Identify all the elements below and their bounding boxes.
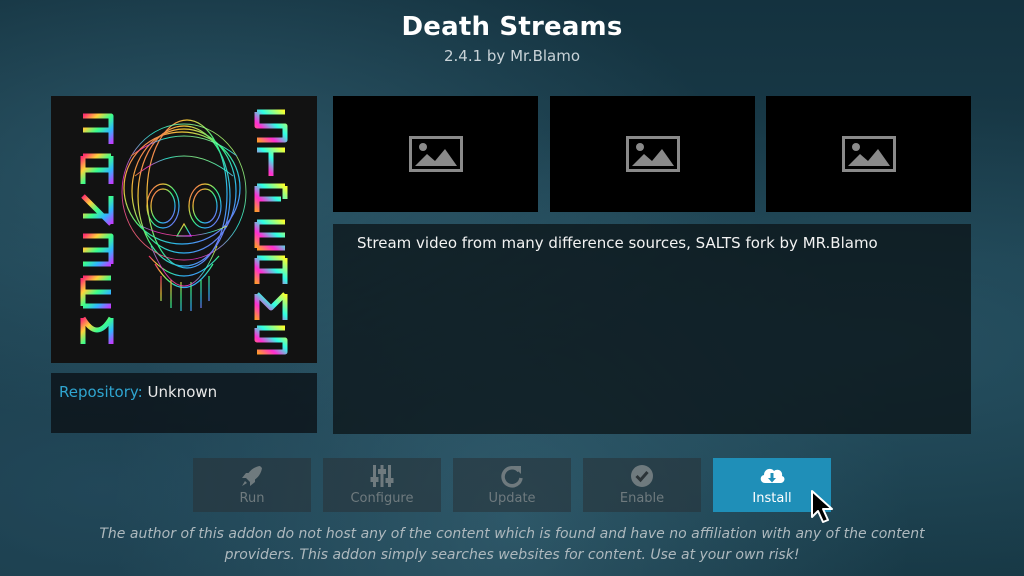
screenshot-thumb-1[interactable] [333, 96, 538, 212]
image-placeholder-icon [408, 136, 463, 172]
run-label: Run [239, 491, 265, 506]
image-placeholder-icon [841, 136, 896, 172]
enable-button[interactable]: Enable [583, 458, 701, 512]
image-placeholder-icon [625, 136, 680, 172]
addon-title: Death Streams [401, 12, 623, 42]
addon-version-author: 2.4.1 by Mr.Blamo [443, 47, 581, 65]
screenshot-thumb-2[interactable] [550, 96, 755, 212]
check-circle-icon [631, 465, 653, 487]
refresh-icon [501, 466, 523, 488]
addon-description: Stream video from many difference source… [357, 234, 878, 252]
configure-button[interactable]: Configure [323, 458, 441, 512]
disclaimer-line-2: providers. This addon simply searches we… [224, 547, 800, 563]
configure-label: Configure [350, 491, 414, 506]
enable-label: Enable [619, 491, 665, 506]
update-button[interactable]: Update [453, 458, 571, 512]
disclaimer-text: The author of this addon do not host any… [80, 524, 944, 566]
poster-artwork [51, 96, 317, 363]
cloud-download-icon [760, 468, 785, 483]
repository-panel: Repository: Unknown [51, 373, 317, 433]
run-button[interactable]: Run [193, 458, 311, 512]
sliders-icon [370, 465, 394, 487]
rocket-icon [242, 466, 262, 486]
update-label: Update [488, 491, 536, 506]
repository-label: Repository: [59, 383, 143, 401]
description-panel: Stream video from many difference source… [333, 224, 971, 434]
screenshot-thumb-3[interactable] [766, 96, 971, 212]
repository-value: Unknown [147, 383, 218, 401]
mouse-cursor-icon [811, 490, 833, 523]
repository-line: Repository: Unknown [59, 383, 217, 401]
addon-poster [51, 96, 317, 363]
disclaimer-line-1: The author of this addon do not host any… [99, 526, 925, 542]
